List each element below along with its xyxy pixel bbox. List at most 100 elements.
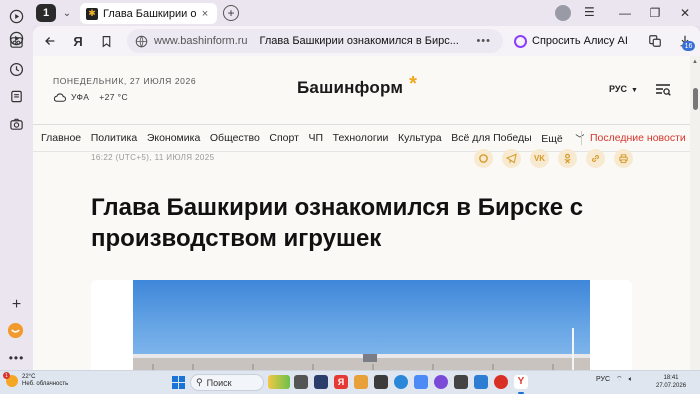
app-icon-2[interactable]	[374, 375, 388, 389]
building-roof-image	[133, 354, 590, 370]
widgets-app-icon[interactable]	[268, 375, 290, 389]
divider	[33, 124, 690, 125]
site-navigation: Главное Политика Экономика Общество Спор…	[41, 132, 604, 145]
telegram-icon[interactable]	[502, 149, 521, 168]
task-view-icon[interactable]	[294, 375, 308, 389]
folder-app-icon[interactable]	[354, 375, 368, 389]
nav-item-economy[interactable]: Экономика	[147, 132, 200, 145]
site-weather[interactable]: УФА +27 °С	[53, 92, 128, 102]
nav-item-victory[interactable]: Всё для Победы	[451, 132, 531, 145]
back-arrow-icon[interactable]	[41, 32, 59, 50]
url-domain: www.bashinform.ru	[154, 35, 248, 47]
edge-app-icon[interactable]	[394, 375, 408, 389]
share-bar: VK	[474, 149, 642, 168]
minimize-icon[interactable]: —	[610, 0, 640, 26]
language-selector[interactable]: РУС ▼	[609, 84, 638, 94]
latest-news-link[interactable]: Последние новости	[590, 132, 686, 144]
taskbar-search-label: Поиск	[206, 377, 232, 388]
nav-item-technology[interactable]: Технологии	[333, 132, 389, 145]
pole-image	[572, 328, 574, 370]
new-tab-button[interactable]: +	[223, 5, 239, 21]
taskbar-weather[interactable]: 1 22°C Неб. облачность	[3, 372, 69, 388]
clock-time: 18:41	[663, 375, 679, 381]
yandex-app-icon[interactable]: Я	[334, 375, 348, 389]
close-window-icon[interactable]: ✕	[670, 0, 700, 26]
nav-item-sport[interactable]: Спорт	[269, 132, 299, 145]
taskbar-clock[interactable]: 18:41 27.07.2026	[656, 374, 686, 390]
article-photo[interactable]	[133, 280, 590, 370]
caret-down-icon: ▼	[630, 87, 638, 94]
yandex-browser-app-icon[interactable]: Y	[514, 375, 528, 394]
windows-start-icon[interactable]	[172, 376, 185, 389]
scrollbar-thumb[interactable]	[693, 88, 698, 110]
hamburger-menu-icon[interactable]: ☰	[584, 5, 595, 19]
bashinform-favicon-icon: ✱	[86, 7, 98, 20]
weather-city: УФА	[71, 92, 90, 102]
tray-language[interactable]: РУС	[596, 376, 610, 383]
reading-list-icon[interactable]	[8, 88, 25, 105]
print-icon[interactable]	[614, 149, 633, 168]
browser-tab[interactable]: ✱ Глава Башкирии ознакомился в Бирске с …	[80, 3, 217, 24]
mail-app-icon[interactable]	[7, 322, 24, 339]
article-headline: Глава Башкирии ознакомился в Бирске с пр…	[91, 194, 584, 252]
nav-separator	[581, 131, 582, 145]
clock-date: 27.07.2026	[656, 383, 687, 389]
volume-icon[interactable]: 🔈︎	[629, 376, 633, 384]
link-icon[interactable]	[586, 149, 605, 168]
notification-badge: 16	[682, 41, 695, 51]
more-dots-icon[interactable]: •••	[8, 349, 25, 366]
sun-icon: 1	[3, 372, 18, 387]
alice-app-icon[interactable]	[434, 375, 448, 389]
nav-item-main[interactable]: Главное	[41, 132, 81, 145]
yandex-logo-icon[interactable]: Я	[69, 32, 87, 50]
taskbar-search[interactable]: ⚲ Поиск	[190, 374, 264, 391]
address-more-icon[interactable]: •••	[476, 35, 491, 47]
vk-icon[interactable]: VK	[530, 149, 549, 168]
app-icon-3[interactable]	[414, 375, 428, 389]
restore-icon[interactable]: ❐	[640, 0, 670, 26]
screenshot-camera-icon[interactable]	[8, 116, 25, 133]
taskbar: 1 22°C Неб. облачность ⚲ Поиск Я Y РУС ⌔…	[0, 370, 700, 394]
logo-text: Башинформ	[297, 78, 404, 97]
system-tray: РУС ⌔ 🔈︎	[596, 375, 639, 384]
browser-tabstrip: 1 ⌄ ✱ Глава Башкирии ознакомился в Бирск…	[0, 0, 700, 26]
nav-item-emergency[interactable]: ЧП	[309, 132, 324, 145]
browser-toolbar: Я www.bashinform.ru Глава Башкирии ознак…	[33, 26, 700, 56]
search-menu-icon[interactable]	[655, 83, 671, 97]
max-messenger-icon[interactable]	[474, 149, 493, 168]
weather-notification-badge: 1	[3, 372, 10, 379]
logo-star-icon: *	[409, 73, 418, 95]
nav-item-culture[interactable]: Культура	[398, 132, 442, 145]
site-logo[interactable]: Башинформ *	[297, 73, 417, 98]
weather-temperature: 22°C	[22, 374, 36, 380]
alice-icon	[514, 34, 527, 48]
translate-icon[interactable]	[646, 32, 664, 50]
window-controls: — ❐ ✕	[610, 0, 700, 26]
weather-description: Неб. облачность	[22, 381, 69, 387]
chevron-down-icon[interactable]: ⌄	[58, 4, 76, 22]
bookmark-icon[interactable]	[97, 32, 115, 50]
nav-item-politics[interactable]: Политика	[91, 132, 138, 145]
tab-count-button[interactable]: 1	[36, 4, 56, 22]
history-clock-icon[interactable]	[8, 61, 25, 78]
address-bar[interactable]: www.bashinform.ru Глава Башкирии ознаком…	[127, 29, 503, 53]
close-icon[interactable]: ×	[199, 8, 211, 20]
ask-alice-button[interactable]: Спросить Алису AI	[508, 30, 634, 52]
globe-icon	[135, 35, 148, 48]
profile-avatar[interactable]	[555, 5, 571, 21]
odnoklassniki-icon[interactable]	[558, 149, 577, 168]
add-panel-icon[interactable]: +	[8, 296, 25, 313]
app-icon-5[interactable]	[474, 375, 488, 389]
media-play-icon[interactable]	[8, 8, 25, 25]
scroll-up-icon[interactable]: ▲	[692, 59, 698, 65]
nav-item-society[interactable]: Общество	[210, 132, 260, 145]
opera-app-icon[interactable]	[494, 375, 508, 389]
app-icon-4[interactable]	[454, 375, 468, 389]
wifi-icon[interactable]: ⌔	[616, 375, 623, 384]
app-icon-1[interactable]	[314, 375, 328, 389]
search-icon: ⚲	[196, 377, 203, 387]
collections-icon[interactable]	[8, 34, 25, 51]
page-scrollbar[interactable]: ▲	[690, 56, 700, 370]
nav-item-more[interactable]: Ещё ﹀	[541, 132, 594, 145]
tab-title: Глава Башкирии ознакомился в Бирске с пр…	[103, 7, 196, 20]
